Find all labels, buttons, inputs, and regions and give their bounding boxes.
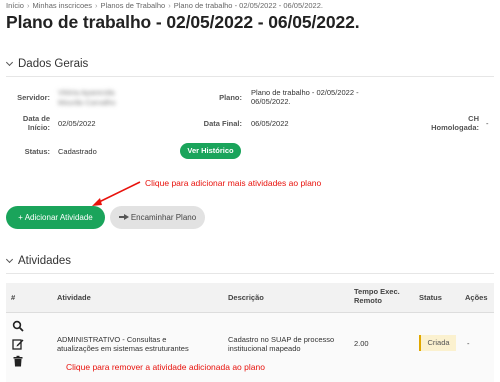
- remove-activity-annotation: Clique para remover a atividade adiciona…: [66, 362, 265, 372]
- section-divider: [6, 273, 494, 274]
- column-header-status: Status: [419, 293, 442, 302]
- atividades-heading: Atividades: [18, 255, 72, 267]
- column-header-tempo: Tempo Exec. Remoto: [354, 287, 400, 305]
- activity-time: 2.00: [354, 339, 369, 348]
- forward-plan-button[interactable]: Encaminhar Plano: [110, 206, 205, 229]
- activity-name-line1: ADMINISTRATIVO - Consultas e: [57, 335, 167, 344]
- activity-name-line2: atualizações em sistemas estruturantes: [57, 344, 189, 353]
- column-header-tempo-line1: Tempo Exec.: [354, 287, 400, 296]
- hand-pointer-icon: [118, 214, 129, 220]
- table-header: # Atividade Descrição Tempo Exec. Remoto…: [6, 283, 494, 313]
- activity-description-line2: institucional mapeado: [228, 344, 301, 353]
- add-activity-button[interactable]: + Adicionar Atividade: [6, 206, 105, 229]
- activity-name: ADMINISTRATIVO - Consultas e atualizaçõe…: [57, 335, 189, 353]
- activity-actions: -: [467, 339, 470, 348]
- trash-icon[interactable]: [12, 355, 24, 367]
- chevron-down-icon: [5, 255, 14, 264]
- column-header-descricao: Descrição: [228, 293, 264, 302]
- search-icon[interactable]: [12, 320, 24, 332]
- atividades-toggle[interactable]: Atividades: [5, 255, 72, 267]
- add-activity-annotation: Clique para adicionar mais atividades ao…: [145, 178, 322, 188]
- column-header-num: #: [11, 293, 16, 302]
- forward-plan-label: Encaminhar Plano: [130, 213, 197, 222]
- activity-description: Cadastro no SUAP de processo institucion…: [228, 335, 334, 353]
- edit-icon[interactable]: [12, 338, 24, 350]
- column-header-tempo-line2: Remoto: [354, 296, 382, 305]
- column-header-atividade: Atividade: [57, 293, 91, 302]
- status-badge: Criada: [419, 335, 456, 351]
- column-header-acoes: Ações: [465, 293, 488, 302]
- arrow-icon: [92, 181, 141, 206]
- activity-description-line1: Cadastro no SUAP de processo: [228, 335, 335, 344]
